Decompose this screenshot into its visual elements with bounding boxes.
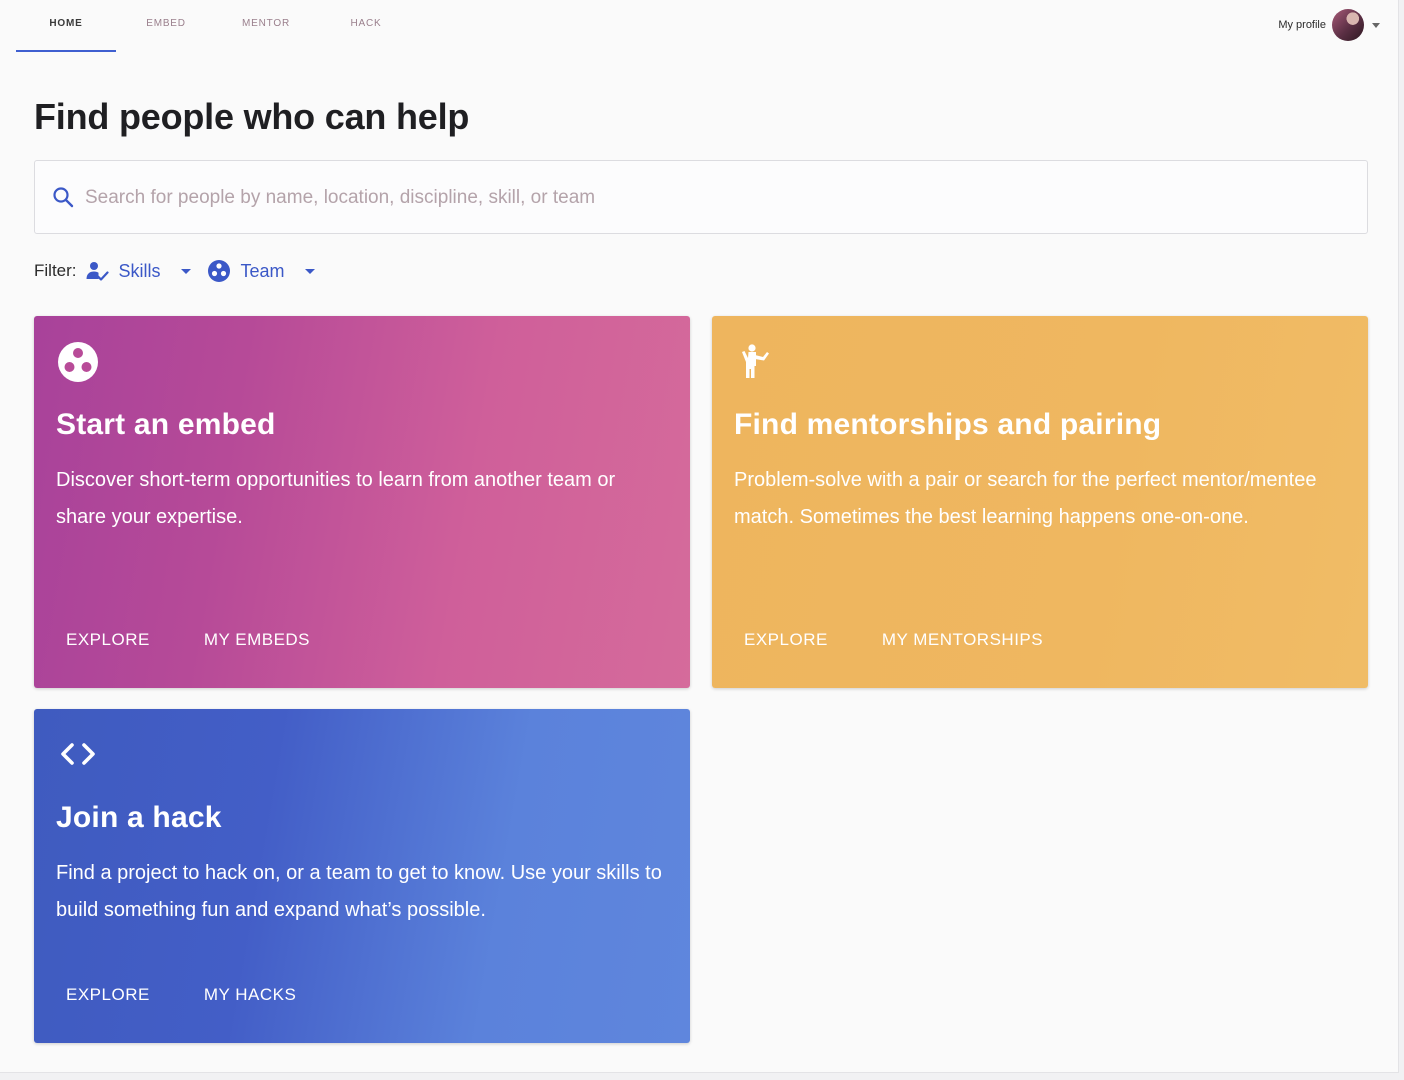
embed-card: Start an embed Discover short-term oppor…: [34, 316, 690, 688]
card-title: Find mentorships and pairing: [734, 408, 1162, 441]
chevron-down-icon: [304, 268, 315, 274]
card-title: Start an embed: [56, 408, 276, 441]
card-actions: EXPLORE MY HACKS: [54, 981, 338, 1009]
tab-mentor[interactable]: MENTOR: [216, 0, 316, 52]
person-check-icon: [86, 262, 109, 281]
app-page: HOME EMBED MENTOR HACK My profile Find p…: [0, 0, 1399, 1073]
top-nav: HOME EMBED MENTOR HACK My profile: [16, 0, 1398, 52]
code-brackets-icon: [61, 743, 95, 765]
search-box: [34, 160, 1368, 234]
explore-embeds-button[interactable]: EXPLORE: [54, 626, 162, 654]
page-title: Find people who can help: [34, 96, 470, 137]
my-embeds-button[interactable]: MY EMBEDS: [192, 626, 322, 654]
profile-label: My profile: [1278, 19, 1326, 31]
mentor-card: Find mentorships and pairing Problem-sol…: [712, 316, 1368, 688]
chevron-down-icon[interactable]: [1372, 22, 1380, 28]
team-dots-icon: [207, 260, 230, 282]
card-title: Join a hack: [56, 801, 222, 834]
card-actions: EXPLORE MY EMBEDS: [54, 626, 352, 654]
search-icon: [53, 187, 74, 208]
filter-label: Filter:: [34, 261, 77, 280]
explore-mentorships-button[interactable]: EXPLORE: [732, 626, 840, 654]
tab-hack[interactable]: HACK: [316, 0, 416, 52]
filter-row: Filter: Skills Team: [34, 256, 331, 286]
person-waving-icon: [742, 344, 769, 378]
my-hacks-button[interactable]: MY HACKS: [192, 981, 309, 1009]
card-actions: EXPLORE MY MENTORSHIPS: [732, 626, 1085, 654]
hack-card: Join a hack Find a project to hack on, o…: [34, 709, 690, 1043]
my-mentorships-button[interactable]: MY MENTORSHIPS: [870, 626, 1055, 654]
tab-home[interactable]: HOME: [16, 0, 116, 52]
avatar[interactable]: [1332, 9, 1364, 41]
filter-team-button[interactable]: Team: [207, 259, 315, 283]
active-tab-indicator: [16, 50, 116, 52]
card-description: Discover short-term opportunities to lea…: [56, 469, 616, 528]
filter-team-label: Team: [240, 260, 285, 281]
card-description: Problem-solve with a pair or search for …: [734, 469, 1317, 528]
card-description: Find a project to hack on, or a team to …: [56, 862, 662, 921]
tab-embed[interactable]: EMBED: [116, 0, 216, 52]
team-dots-icon: [58, 342, 98, 382]
filter-skills-button[interactable]: Skills: [85, 259, 191, 283]
filter-skills-label: Skills: [118, 260, 161, 281]
explore-hacks-button[interactable]: EXPLORE: [54, 981, 162, 1009]
chevron-down-icon: [180, 268, 191, 274]
search-input[interactable]: [83, 179, 1347, 217]
profile-menu[interactable]: My profile: [1278, 8, 1380, 42]
